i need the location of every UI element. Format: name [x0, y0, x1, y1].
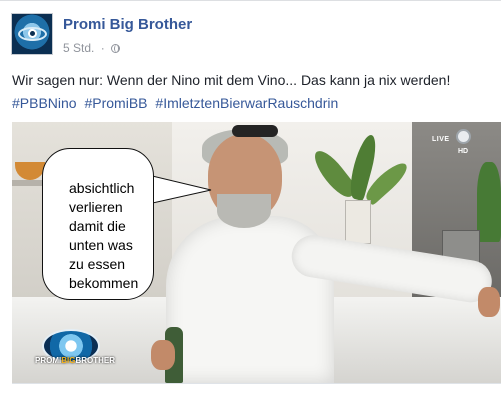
hashtag-promibb-link[interactable]: #PromiBB [84, 95, 147, 111]
plant-pot [345, 200, 371, 244]
post-time-link[interactable]: 5 Std. [63, 41, 94, 55]
speech-bubble-tail [148, 174, 212, 205]
sunglasses-icon [232, 125, 278, 137]
speech-line: absichtlich [69, 180, 135, 196]
post-main-text: Wir sagen nur: Wenn der Nino mit dem Vin… [12, 72, 451, 88]
hashtag-beer-link[interactable]: #ImletztenBierwarRauschdrin [155, 95, 338, 111]
man-beard [217, 194, 271, 228]
page-name-link[interactable]: Promi Big Brother [63, 16, 192, 33]
live-label: LIVE [432, 136, 450, 143]
metadata-separator: · [100, 41, 105, 55]
show-logo-text: PROMIBIGBROTHER [35, 356, 116, 365]
page-avatar[interactable] [11, 13, 53, 55]
post-divider [12, 383, 501, 384]
post-metadata: 5 Std. · [63, 41, 121, 55]
post-message: Wir sagen nur: Wenn der Nino mit dem Vin… [12, 69, 497, 115]
man-right-hand [478, 287, 500, 317]
man-left-hand [151, 340, 175, 370]
hashtag-list: #PBBNino #PromiBB #ImletztenBierwarRausc… [12, 92, 497, 115]
channel-logo-icon [456, 129, 471, 144]
speech-bubble: absichtlich verlieren damit die unten wa… [42, 148, 154, 300]
promi-big-brother-watermark: PROMIBIGBROTHER [30, 325, 116, 371]
speech-line: bekommen [69, 275, 139, 291]
facebook-post-card: Promi Big Brother 5 Std. · Wir sagen nur… [0, 0, 501, 409]
globe-icon[interactable] [111, 44, 121, 53]
speech-line: zu essen [69, 256, 126, 272]
speech-line: verlieren [69, 199, 123, 215]
hd-label: HD [458, 148, 469, 155]
speech-line: unten was [69, 237, 133, 253]
hashtag-pbbnino-link[interactable]: #PBBNino [12, 95, 77, 111]
speech-line: damit die [69, 218, 126, 234]
background-plant [477, 162, 501, 242]
eye-pupil-icon [28, 29, 37, 38]
post-video-preview[interactable]: LIVE HD absichtlich verlieren damit die … [12, 122, 501, 383]
